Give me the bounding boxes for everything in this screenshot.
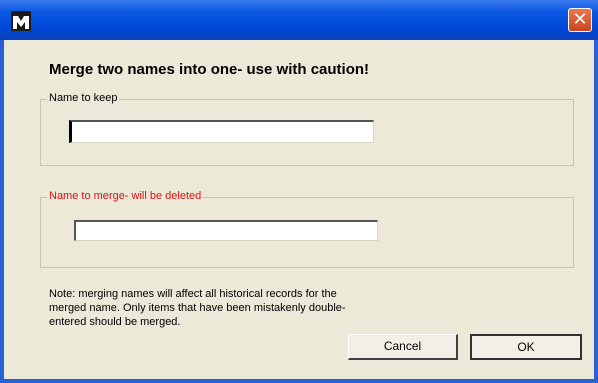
name-to-keep-input[interactable] (69, 120, 374, 143)
name-to-merge-input[interactable] (74, 220, 378, 241)
ok-button[interactable]: OK (470, 334, 582, 360)
name-to-merge-label: Name to merge- will be deleted (47, 190, 204, 202)
close-icon: ✕ (572, 9, 588, 30)
close-button[interactable]: ✕ (568, 8, 592, 32)
title-bar[interactable]: ✕ (0, 0, 598, 40)
dialog-heading: Merge two names into one- use with cauti… (49, 61, 370, 78)
cancel-button[interactable]: Cancel (348, 334, 458, 360)
merge-warning-note: Note: merging names will affect all hist… (49, 288, 346, 328)
name-to-keep-label: Name to keep (47, 92, 120, 104)
app-icon (11, 11, 31, 31)
merge-names-dialog: ✕ Merge two names into one- use with cau… (0, 0, 598, 383)
